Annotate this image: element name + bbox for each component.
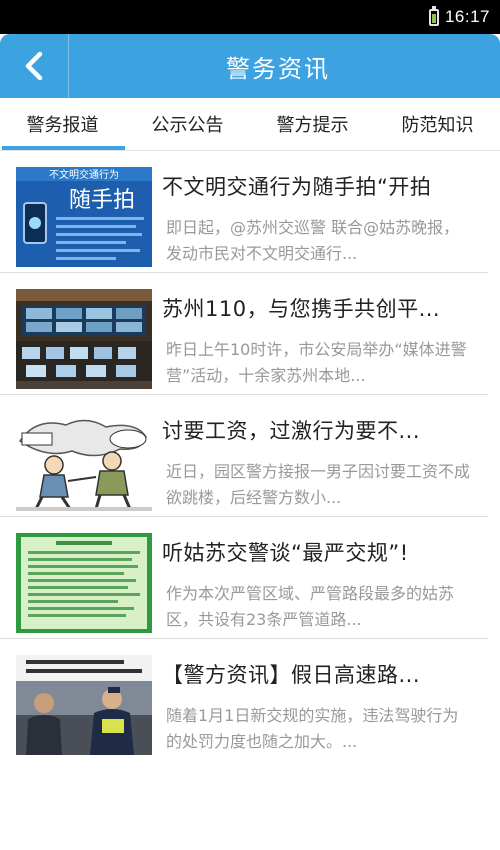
news-item[interactable]: 听姑苏交警谈“最严交规”! 作为本次严管区域、严管路段最多的姑苏区，共设有23条… bbox=[0, 517, 488, 639]
chevron-left-icon bbox=[25, 51, 43, 81]
tab-label: 警务报道 bbox=[26, 115, 99, 136]
thumbnail-caption: 不文明交通行为 bbox=[49, 168, 119, 181]
status-indicators: 16:17 bbox=[428, 5, 490, 28]
news-thumbnail: 不文明交通行为 随手拍 bbox=[16, 167, 152, 267]
tab-label: 警方提示 bbox=[276, 115, 349, 136]
news-item[interactable]: 苏州110，与您携手共创平... 昨日上午10时许，市公安局举办“媒体进警营”活… bbox=[0, 273, 488, 395]
tab-bar: 警务报道 公示公告 警方提示 防范知识 bbox=[0, 98, 500, 151]
news-item[interactable]: 不文明交通行为 随手拍 不文明交通行为随手拍“开拍 即日起，@苏州交巡警 联合@… bbox=[0, 151, 488, 273]
tab-police-tips[interactable]: 警方提示 bbox=[250, 98, 375, 150]
news-title: 讨要工资，过激行为要不... bbox=[162, 419, 421, 443]
news-summary: 作为本次严管区域、严管路段最多的姑苏区，共设有23条严管道路... bbox=[166, 584, 455, 629]
back-button[interactable] bbox=[0, 34, 69, 98]
news-title: 苏州110，与您携手共创平... bbox=[162, 297, 441, 321]
page-title: 警务资讯 bbox=[226, 54, 330, 83]
app-header: 警务资讯 bbox=[0, 34, 500, 98]
news-summary: 昨日上午10时许，市公安局举办“媒体进警营”活动，十余家苏州本地... bbox=[166, 340, 467, 385]
news-thumbnail bbox=[16, 655, 152, 755]
news-summary: 近日，园区警方接报一男子因讨要工资不成欲跳楼，后经警方数小... bbox=[166, 462, 471, 507]
status-time: 16:17 bbox=[444, 7, 490, 26]
news-summary: 随着1月1日新交规的实施，违法驾驶行为的处罚力度也随之加大。... bbox=[166, 706, 459, 751]
news-list: 不文明交通行为 随手拍 不文明交通行为随手拍“开拍 即日起，@苏州交巡警 联合@… bbox=[0, 151, 500, 761]
tab-label: 公示公告 bbox=[151, 115, 224, 136]
news-title: 【警方资讯】假日高速路... bbox=[162, 663, 421, 687]
news-thumbnail bbox=[16, 533, 152, 633]
news-title: 不文明交通行为随手拍“开拍 bbox=[162, 175, 432, 199]
tab-announcements[interactable]: 公示公告 bbox=[125, 98, 250, 150]
news-item[interactable]: 【警方资讯】假日高速路... 随着1月1日新交规的实施，违法驾驶行为的处罚力度也… bbox=[0, 639, 488, 761]
news-thumbnail bbox=[16, 411, 152, 511]
tab-police-reports[interactable]: 警务报道 bbox=[0, 98, 125, 150]
battery-icon bbox=[428, 5, 439, 26]
news-title: 听姑苏交警谈“最严交规”! bbox=[162, 541, 409, 565]
tab-prevention-knowledge[interactable]: 防范知识 bbox=[375, 98, 500, 150]
thumbnail-headline: 随手拍 bbox=[69, 188, 135, 213]
status-bar: 16:17 bbox=[0, 0, 500, 34]
news-thumbnail bbox=[16, 289, 152, 389]
tab-label: 防范知识 bbox=[401, 115, 474, 136]
news-summary: 即日起，@苏州交巡警 联合@姑苏晚报，发动市民对不文明交通行... bbox=[166, 218, 460, 263]
news-item[interactable]: 讨要工资，过激行为要不... 近日，园区警方接报一男子因讨要工资不成欲跳楼，后经… bbox=[0, 395, 488, 517]
